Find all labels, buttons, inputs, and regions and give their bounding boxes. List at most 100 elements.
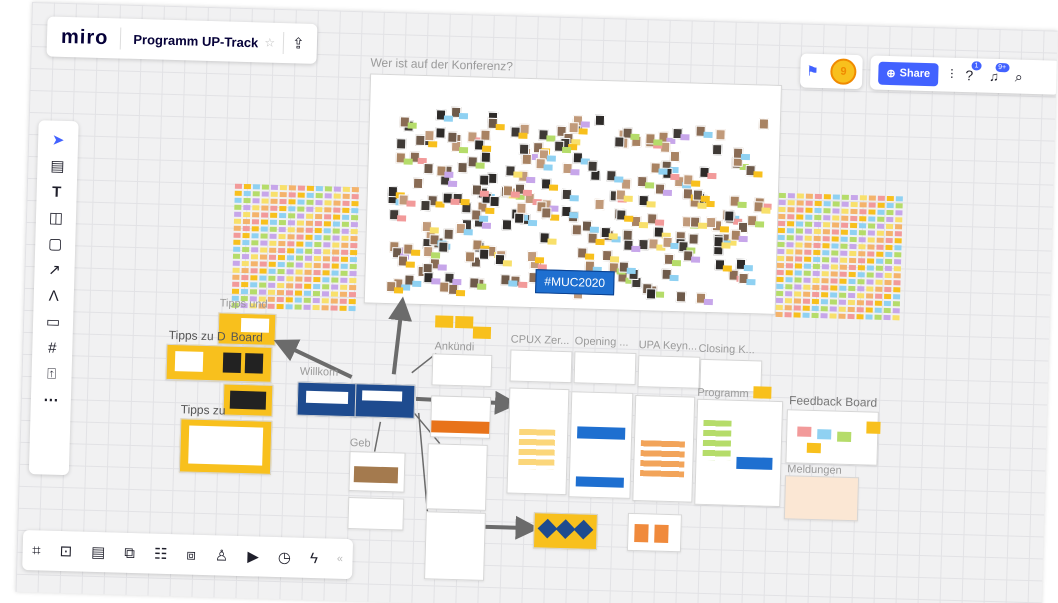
attendee-avatar[interactable] — [420, 199, 432, 211]
grid-sticky[interactable] — [841, 222, 849, 228]
grid-sticky[interactable] — [841, 208, 849, 214]
grid-sticky[interactable] — [333, 193, 341, 199]
attendee-avatar[interactable] — [572, 224, 583, 236]
grid-sticky[interactable] — [883, 307, 891, 314]
grid-sticky[interactable] — [277, 268, 285, 275]
opening-frame[interactable] — [573, 351, 637, 386]
attendee-sticky[interactable] — [479, 190, 489, 197]
attendee-sticky[interactable] — [609, 255, 619, 263]
attendee-sticky[interactable] — [697, 202, 707, 209]
grid-sticky[interactable] — [279, 198, 287, 205]
attendee-sticky[interactable] — [655, 219, 665, 226]
willkommen-frame[interactable] — [296, 381, 358, 418]
grid-sticky[interactable] — [832, 201, 840, 207]
grid-sticky[interactable] — [858, 251, 866, 257]
grid-sticky[interactable] — [350, 235, 358, 242]
grid-sticky[interactable] — [269, 233, 277, 239]
grid-sticky[interactable] — [341, 249, 349, 255]
grid-sticky[interactable] — [820, 299, 829, 305]
grid-sticky[interactable] — [349, 263, 357, 270]
grid-sticky[interactable] — [794, 263, 802, 269]
grid-sticky[interactable] — [796, 193, 804, 199]
grid-sticky[interactable] — [787, 200, 795, 206]
attendee-avatar[interactable] — [516, 202, 528, 214]
attendee-sticky[interactable] — [455, 290, 466, 297]
grid-sticky[interactable] — [814, 214, 822, 221]
feedback-board-frame[interactable] — [785, 409, 879, 466]
grid-sticky[interactable] — [850, 201, 858, 208]
attendee-sticky[interactable] — [608, 232, 619, 239]
grid-sticky[interactable] — [875, 293, 883, 299]
grid-sticky[interactable] — [859, 223, 867, 229]
grid-sticky[interactable] — [822, 229, 830, 235]
grid-sticky[interactable] — [288, 213, 296, 219]
grid-sticky[interactable] — [297, 199, 305, 205]
grid-sticky[interactable] — [856, 307, 864, 313]
text-tool-icon[interactable]: T — [43, 178, 70, 205]
grid-sticky[interactable] — [341, 221, 349, 227]
grid-sticky[interactable] — [885, 258, 893, 265]
attendee-sticky[interactable] — [722, 265, 732, 272]
grid-sticky[interactable] — [285, 297, 293, 303]
grid-sticky[interactable] — [241, 260, 249, 267]
attendee-sticky[interactable] — [680, 134, 690, 141]
grid-sticky[interactable] — [814, 207, 822, 214]
grid-sticky[interactable] — [312, 304, 320, 311]
grid-sticky[interactable] — [251, 240, 259, 246]
grid-sticky[interactable] — [232, 281, 240, 287]
grid-sticky[interactable] — [829, 299, 838, 305]
attendee-sticky[interactable] — [406, 261, 416, 268]
grid-sticky[interactable] — [894, 245, 902, 251]
share-screen-icon[interactable]: ⧈ — [186, 546, 196, 563]
attendee-sticky[interactable] — [669, 275, 679, 282]
attendee-sticky[interactable] — [528, 220, 538, 227]
attendee-sticky[interactable] — [578, 127, 588, 135]
grid-sticky[interactable] — [874, 314, 882, 320]
grid-sticky[interactable] — [304, 283, 312, 289]
grid-sticky[interactable] — [841, 201, 849, 207]
attendee-sticky[interactable] — [403, 158, 413, 165]
grid-sticky[interactable] — [895, 196, 903, 202]
grid-sticky[interactable] — [839, 285, 847, 291]
grid-sticky[interactable] — [277, 275, 285, 282]
attendee-sticky[interactable] — [550, 214, 560, 221]
grid-sticky[interactable] — [803, 277, 811, 283]
frame-tool-icon[interactable]: # — [39, 334, 66, 361]
attendee-avatar[interactable] — [587, 160, 598, 173]
grid-sticky[interactable] — [251, 226, 259, 232]
attendee-avatar[interactable] — [541, 206, 552, 219]
grid-sticky[interactable] — [349, 277, 357, 284]
grid-sticky[interactable] — [820, 313, 828, 319]
grid-sticky[interactable] — [332, 249, 340, 255]
sticky-grid-left[interactable] — [231, 183, 359, 312]
grid-sticky[interactable] — [849, 243, 857, 250]
grid-sticky[interactable] — [812, 277, 820, 284]
grid-sticky[interactable] — [288, 199, 296, 205]
attendee-sticky[interactable] — [630, 134, 640, 141]
grid-sticky[interactable] — [261, 198, 269, 204]
grid-sticky[interactable] — [805, 193, 813, 199]
miro-logo[interactable]: miro — [61, 25, 109, 49]
grid-sticky[interactable] — [242, 232, 250, 239]
grid-sticky[interactable] — [342, 214, 350, 220]
grid-sticky[interactable] — [848, 292, 856, 299]
grid-sticky[interactable] — [865, 307, 873, 313]
attendee-sticky[interactable] — [631, 245, 641, 252]
attendee-avatar[interactable] — [521, 153, 533, 166]
grid-sticky[interactable] — [785, 270, 793, 276]
grid-sticky[interactable] — [821, 278, 829, 284]
attendee-avatar[interactable] — [670, 150, 681, 162]
grid-sticky[interactable] — [830, 271, 838, 277]
grid-sticky[interactable] — [243, 183, 251, 190]
grid-sticky[interactable] — [865, 300, 873, 306]
grid-sticky[interactable] — [894, 224, 903, 230]
grid-sticky[interactable] — [261, 205, 269, 211]
grid-sticky[interactable] — [340, 270, 348, 276]
attendee-sticky[interactable] — [485, 207, 495, 214]
grid-sticky[interactable] — [314, 227, 322, 234]
attendee-avatar[interactable] — [423, 163, 435, 175]
grid-sticky[interactable] — [295, 262, 303, 268]
ankuendigung-frame[interactable] — [431, 353, 493, 387]
attendee-avatar[interactable] — [712, 144, 723, 156]
attendee-sticky[interactable] — [448, 180, 458, 187]
